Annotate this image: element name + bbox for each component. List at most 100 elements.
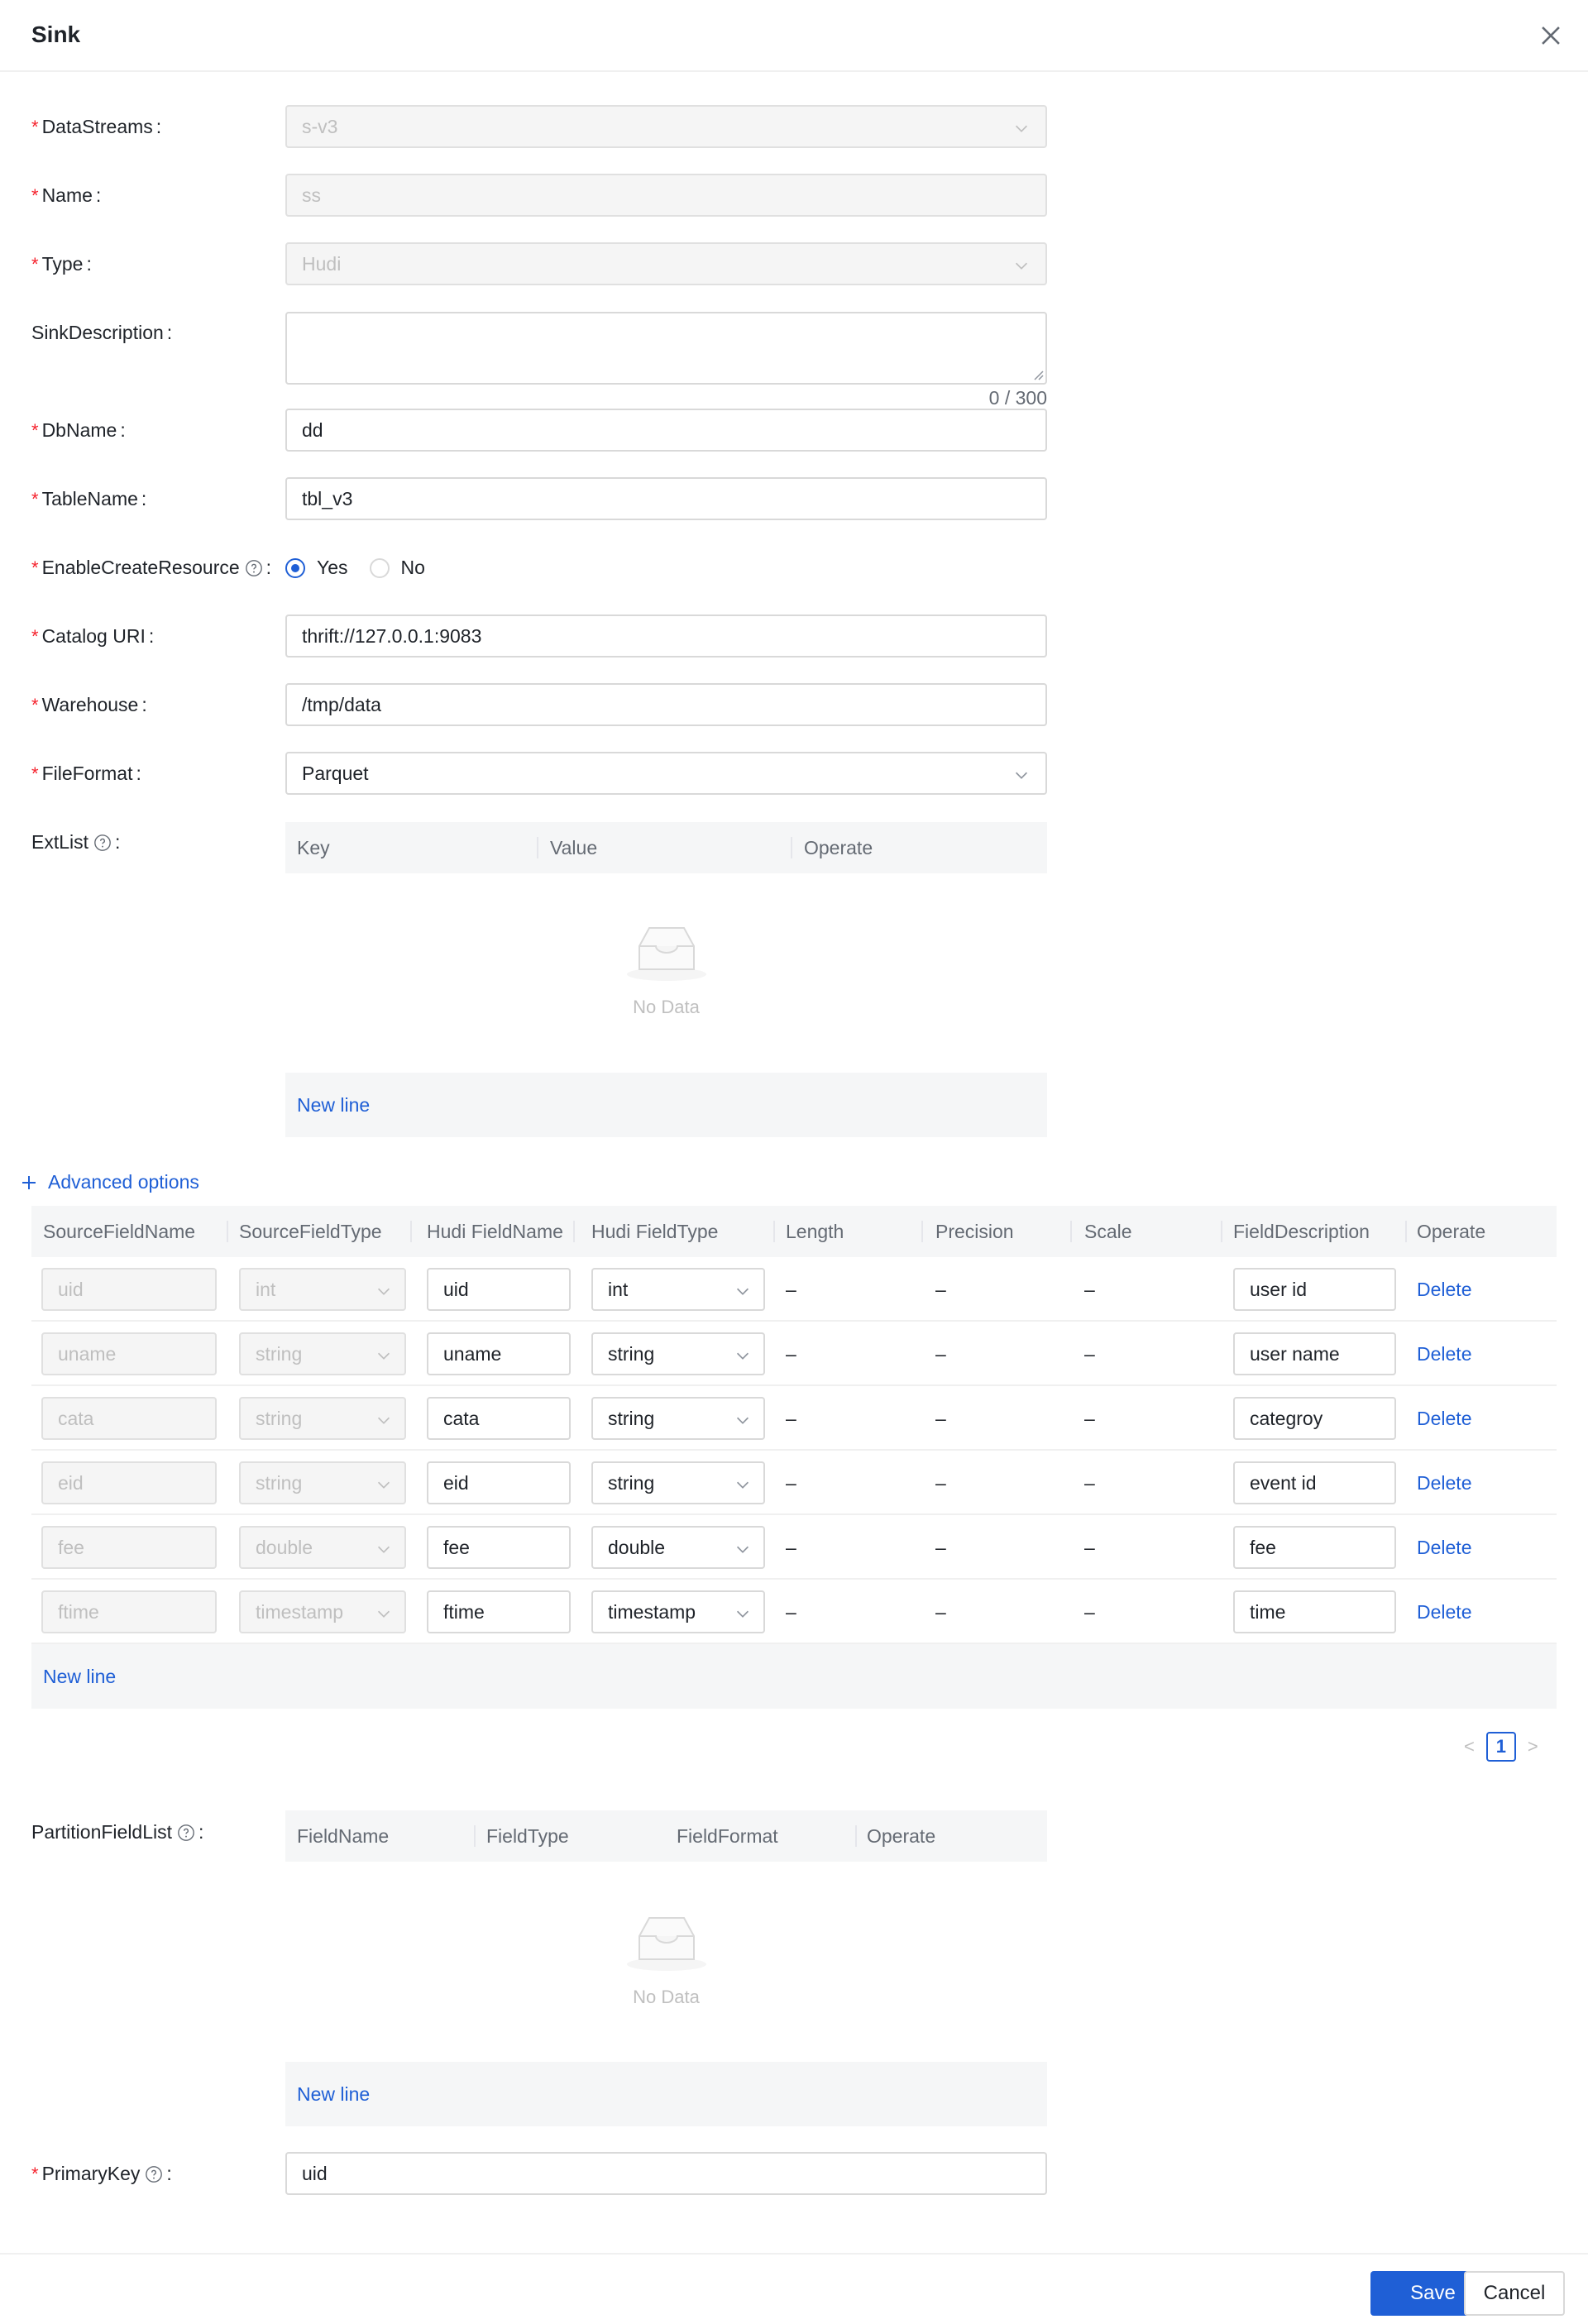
extlist-table-header: Key Value Operate — [285, 822, 1047, 873]
column-header-precision: Precision — [935, 1221, 1014, 1242]
delete-row-button[interactable]: Delete — [1417, 1279, 1471, 1301]
field-description-input[interactable]: categroy — [1233, 1397, 1396, 1440]
primary-key-input[interactable]: uid — [285, 2152, 1047, 2195]
column-header-operate: Operate — [804, 837, 873, 858]
chevron-down-icon — [736, 1481, 749, 1489]
warehouse-label: * Warehouse: — [31, 694, 147, 715]
table-row: cata string cata string – – – categroy Delete — [31, 1386, 1557, 1451]
datastreams-select[interactable]: s-v3 — [285, 105, 1047, 148]
fields-table-header: SourceFieldName SourceFieldType Hudi Fie… — [31, 1206, 1557, 1257]
field-description-input[interactable]: time — [1233, 1590, 1396, 1633]
extlist-label: ExtList : — [31, 831, 121, 853]
radio-no-circle[interactable] — [369, 557, 390, 578]
chevron-down-icon — [1015, 125, 1028, 132]
column-header-scale: Scale — [1084, 1221, 1132, 1242]
hudi-field-name-input[interactable]: eid — [427, 1461, 571, 1504]
column-header-operate: Operate — [867, 1825, 936, 1847]
help-icon[interactable] — [93, 834, 112, 852]
drawer-footer: Save Cancel — [0, 2253, 1588, 2324]
resize-grip-icon[interactable] — [1031, 367, 1044, 380]
scale-value: – — [1084, 1279, 1095, 1300]
sink-description-textarea[interactable] — [285, 312, 1047, 385]
empty-text: No Data — [633, 997, 700, 1017]
radio-yes-circle[interactable] — [285, 557, 305, 578]
source-field-type-select[interactable]: string — [239, 1461, 406, 1504]
page-1-button[interactable]: 1 — [1485, 1732, 1516, 1762]
radio-no[interactable]: No — [369, 557, 425, 579]
source-field-name-input[interactable]: eid — [41, 1461, 217, 1504]
column-header-hudi-field-name: Hudi FieldName — [427, 1221, 563, 1242]
field-description-input[interactable]: user id — [1233, 1268, 1396, 1311]
source-field-type-select[interactable]: double — [239, 1526, 406, 1569]
hudi-field-type-select[interactable]: string — [591, 1397, 765, 1440]
delete-row-button[interactable]: Delete — [1417, 1343, 1471, 1365]
fields-new-line-button[interactable]: New line — [43, 1666, 116, 1688]
dbname-input[interactable]: dd — [285, 409, 1047, 452]
delete-row-button[interactable]: Delete — [1417, 1472, 1471, 1494]
source-field-name-input[interactable]: fee — [41, 1526, 217, 1569]
source-field-type-select[interactable]: int — [239, 1268, 406, 1311]
source-field-type-select[interactable]: string — [239, 1397, 406, 1440]
hudi-field-name-input[interactable]: uid — [427, 1268, 571, 1311]
catalog-uri-input[interactable]: thrift://127.0.0.1:9083 — [285, 614, 1047, 658]
hudi-field-name-input[interactable]: ftime — [427, 1590, 571, 1633]
column-header-key: Key — [297, 837, 330, 858]
source-field-type-select[interactable]: timestamp — [239, 1590, 406, 1633]
help-icon[interactable] — [145, 2165, 163, 2183]
partition-new-line-button[interactable]: New line — [297, 2083, 370, 2106]
hudi-field-type-select[interactable]: double — [591, 1526, 765, 1569]
source-field-type-select[interactable]: string — [239, 1332, 406, 1375]
extlist-new-line-button[interactable]: New line — [297, 1094, 370, 1117]
drawer-header: Sink — [0, 0, 1588, 72]
advanced-options-toggle[interactable]: Advanced options — [20, 1171, 199, 1193]
partition-empty-state: No Data — [285, 1910, 1047, 2008]
chevron-down-icon — [736, 1352, 749, 1360]
hudi-field-type-select[interactable]: string — [591, 1461, 765, 1504]
help-icon[interactable] — [177, 1824, 195, 1842]
table-row: fee double fee double – – – fee Delete — [31, 1515, 1557, 1580]
enable-create-resource-radio-group: Yes No — [285, 557, 447, 579]
table-row: eid string eid string – – – event id Delete — [31, 1451, 1557, 1515]
delete-row-button[interactable]: Delete — [1417, 1601, 1471, 1623]
source-field-name-input[interactable]: ftime — [41, 1590, 217, 1633]
extlist-empty-state: No Data — [285, 920, 1047, 1018]
tablename-input[interactable]: tbl_v3 — [285, 477, 1047, 520]
fileformat-label: * FileFormat: — [31, 763, 141, 784]
field-description-input[interactable]: fee — [1233, 1526, 1396, 1569]
help-icon[interactable] — [245, 559, 263, 577]
table-row: ftime timestamp ftime timestamp – – – time Delet… — [31, 1580, 1557, 1644]
hudi-field-type-select[interactable]: timestamp — [591, 1590, 765, 1633]
precision-value: – — [935, 1537, 946, 1558]
hudi-field-type-select[interactable]: int — [591, 1268, 765, 1311]
column-header-value: Value — [550, 837, 598, 858]
column-header-field-name: FieldName — [297, 1825, 390, 1847]
datastreams-label: * DataStreams: — [31, 116, 162, 137]
hudi-field-name-input[interactable]: uname — [427, 1332, 571, 1375]
hudi-field-name-input[interactable]: fee — [427, 1526, 571, 1569]
column-header-operate: Operate — [1417, 1221, 1486, 1242]
delete-row-button[interactable]: Delete — [1417, 1408, 1471, 1430]
hudi-field-type-select[interactable]: string — [591, 1332, 765, 1375]
close-icon[interactable] — [1537, 22, 1565, 50]
source-field-name-input[interactable]: uname — [41, 1332, 217, 1375]
radio-yes[interactable]: Yes — [285, 557, 348, 579]
type-select[interactable]: Hudi — [285, 242, 1047, 285]
prev-page-button[interactable]: < — [1464, 1736, 1475, 1757]
hudi-field-name-input[interactable]: cata — [427, 1397, 571, 1440]
length-value: – — [786, 1343, 796, 1365]
field-description-input[interactable]: user name — [1233, 1332, 1396, 1375]
field-description-input[interactable]: event id — [1233, 1461, 1396, 1504]
fileformat-select[interactable]: Parquet — [285, 752, 1047, 795]
scale-value: – — [1084, 1537, 1095, 1558]
cancel-button[interactable]: Cancel — [1464, 2271, 1565, 2316]
source-field-name-input[interactable]: uid — [41, 1268, 217, 1311]
name-input[interactable]: ss — [285, 174, 1047, 217]
delete-row-button[interactable]: Delete — [1417, 1537, 1471, 1559]
precision-value: – — [935, 1343, 946, 1365]
warehouse-input[interactable]: /tmp/data — [285, 683, 1047, 726]
primary-key-label: * PrimaryKey : — [31, 2163, 172, 2184]
column-header-field-type: FieldType — [486, 1825, 569, 1847]
source-field-name-input[interactable]: cata — [41, 1397, 217, 1440]
extlist-newline-bar: New line — [285, 1073, 1047, 1137]
next-page-button[interactable]: > — [1528, 1736, 1538, 1757]
